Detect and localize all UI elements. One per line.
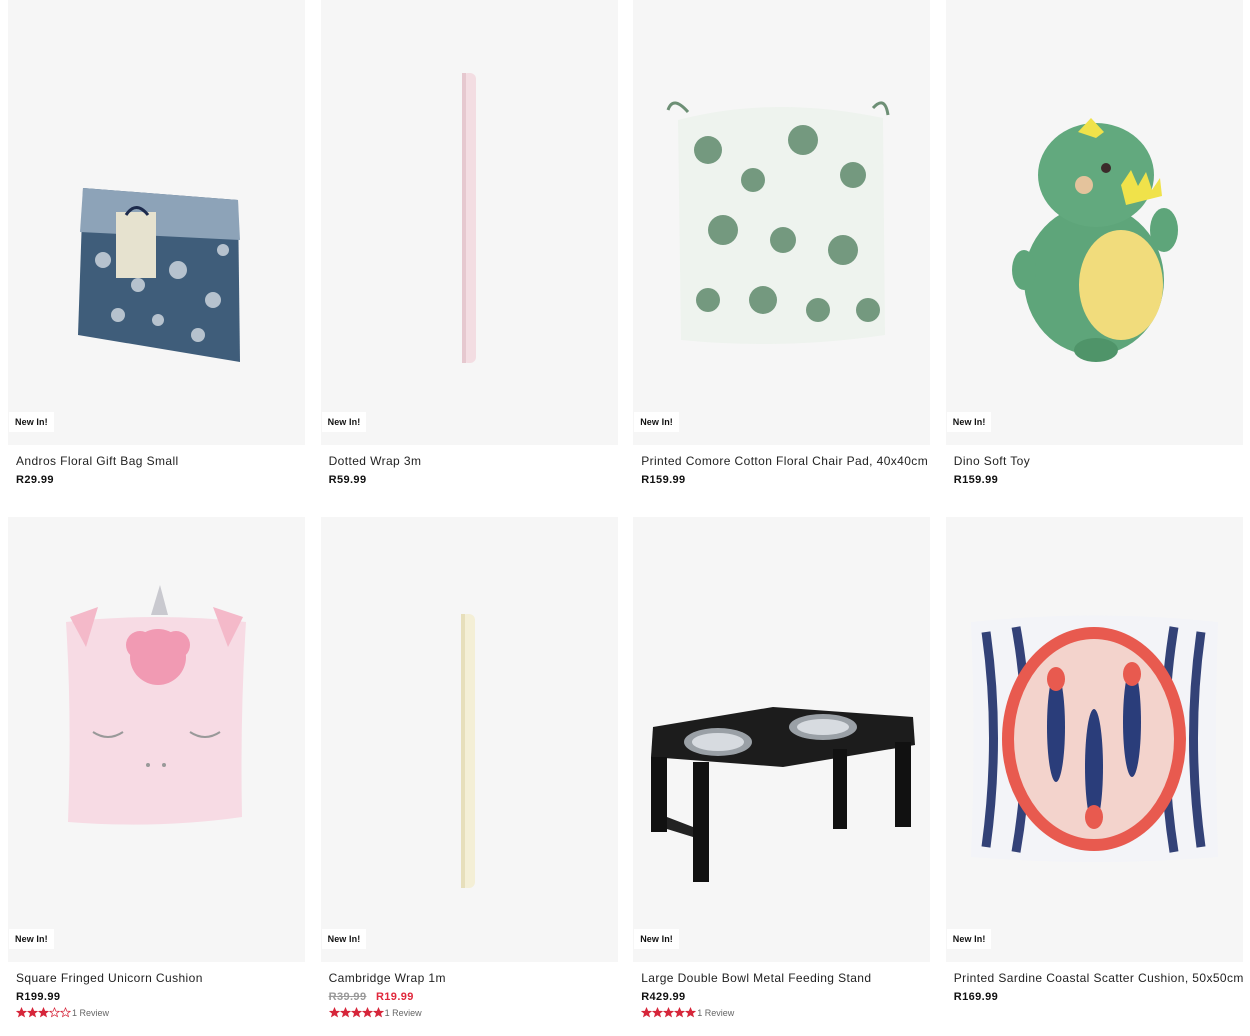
product-price: R159.99 xyxy=(953,474,999,486)
product-price: R59.99 xyxy=(328,474,367,486)
new-in-badge: New In! xyxy=(321,929,367,949)
product-title[interactable]: Large Double Bowl Metal Feeding Stand xyxy=(641,971,871,985)
product-title[interactable]: Printed Comore Cotton Floral Chair Pad, … xyxy=(641,454,928,468)
price-row: R39.99 R19.99 xyxy=(329,991,414,1003)
star-filled-icon xyxy=(685,1006,697,1018)
wrapping-roll-image xyxy=(460,614,475,888)
star-filled-icon xyxy=(328,1006,340,1018)
star-empty-icon xyxy=(59,1006,72,1018)
price-row: R199.99 xyxy=(16,991,60,1003)
product-image[interactable]: New In! xyxy=(633,0,931,445)
star-filled-icon xyxy=(339,1006,351,1018)
star-filled-icon xyxy=(350,1006,362,1018)
product-image[interactable]: New In! xyxy=(8,517,305,962)
feeding-stand-image xyxy=(651,707,916,882)
star-rating xyxy=(641,1006,697,1018)
product-image[interactable]: New In! xyxy=(320,0,618,445)
price-row: R59.99 xyxy=(329,474,367,486)
product-card[interactable]: New In! Cambridge Wrap 1m R39.99 R19.99 … xyxy=(320,517,618,1034)
price-row: R159.99 xyxy=(641,474,685,486)
product-card[interactable]: New In! Square Fringed Unicorn Cushion R… xyxy=(8,517,305,1034)
rating-row[interactable]: 1 Review xyxy=(641,1006,734,1018)
star-filled-icon xyxy=(26,1006,39,1018)
new-in-badge: New In! xyxy=(9,412,54,432)
star-rating xyxy=(328,1006,384,1018)
star-filled-icon xyxy=(641,1006,653,1018)
product-title[interactable]: Cambridge Wrap 1m xyxy=(329,971,446,985)
product-image[interactable]: New In! xyxy=(8,0,305,445)
original-price: R39.99 xyxy=(328,991,367,1003)
new-in-badge: New In! xyxy=(321,412,367,432)
product-card[interactable]: New In! Printed Comore Cotton Floral Cha… xyxy=(633,0,931,517)
review-count[interactable]: 1 Review xyxy=(697,1008,734,1018)
product-price: R199.99 xyxy=(16,991,61,1003)
price-row: R429.99 xyxy=(641,991,685,1003)
new-in-badge: New In! xyxy=(946,929,992,949)
star-filled-icon xyxy=(372,1006,384,1018)
new-in-badge: New In! xyxy=(946,412,992,432)
product-image[interactable]: New In! xyxy=(945,0,1243,445)
product-image[interactable]: New In! xyxy=(945,517,1243,962)
product-title[interactable]: Printed Sardine Coastal Scatter Cushion,… xyxy=(954,971,1244,985)
product-card[interactable]: New In! Andros Floral Gift Bag Small R29… xyxy=(8,0,305,517)
product-image[interactable]: New In! xyxy=(633,517,931,962)
product-card[interactable]: New In! Dino Soft Toy R159.99 xyxy=(945,0,1243,517)
new-in-badge: New In! xyxy=(9,929,54,949)
product-grid: New In! Andros Floral Gift Bag Small R29… xyxy=(8,0,1244,1034)
product-title[interactable]: Dino Soft Toy xyxy=(954,454,1030,468)
product-card[interactable]: New In! Large Double Bowl Metal Feeding … xyxy=(633,517,931,1034)
product-image[interactable]: New In! xyxy=(320,517,618,962)
star-filled-icon xyxy=(674,1006,686,1018)
dino-toy-image xyxy=(1011,118,1178,362)
product-title[interactable]: Dotted Wrap 3m xyxy=(329,454,422,468)
star-rating xyxy=(15,1006,72,1018)
review-count[interactable]: 1 Review xyxy=(385,1008,422,1018)
rating-row[interactable]: 1 Review xyxy=(15,1006,109,1018)
price-row: R159.99 xyxy=(954,474,998,486)
star-filled-icon xyxy=(37,1006,50,1018)
rating-row[interactable]: 1 Review xyxy=(328,1006,422,1018)
product-price: R429.99 xyxy=(641,991,686,1003)
review-count[interactable]: 1 Review xyxy=(72,1008,109,1018)
product-title[interactable]: Andros Floral Gift Bag Small xyxy=(16,454,179,468)
star-filled-icon xyxy=(663,1006,675,1018)
star-filled-icon xyxy=(15,1006,28,1018)
new-in-badge: New In! xyxy=(634,412,679,432)
product-price: R169.99 xyxy=(953,991,999,1003)
wrapping-roll-image xyxy=(461,73,476,363)
product-price: R29.99 xyxy=(16,474,54,486)
star-empty-icon xyxy=(48,1006,61,1018)
star-filled-icon xyxy=(652,1006,664,1018)
product-card[interactable]: New In! Printed Sardine Coastal Scatter … xyxy=(945,517,1244,1034)
unicorn-cushion-image xyxy=(66,585,246,825)
sale-price: R19.99 xyxy=(375,991,414,1003)
price-row: R29.99 xyxy=(16,474,54,486)
price-row: R169.99 xyxy=(954,991,998,1003)
product-price: R159.99 xyxy=(641,474,686,486)
new-in-badge: New In! xyxy=(634,929,679,949)
chair-pad-image xyxy=(666,101,890,345)
gift-bag-image xyxy=(78,188,240,362)
sardine-cushion-image xyxy=(970,615,1218,862)
product-title[interactable]: Square Fringed Unicorn Cushion xyxy=(16,971,203,985)
product-card[interactable]: New In! Dotted Wrap 3m R59.99 xyxy=(320,0,618,517)
star-filled-icon xyxy=(361,1006,373,1018)
